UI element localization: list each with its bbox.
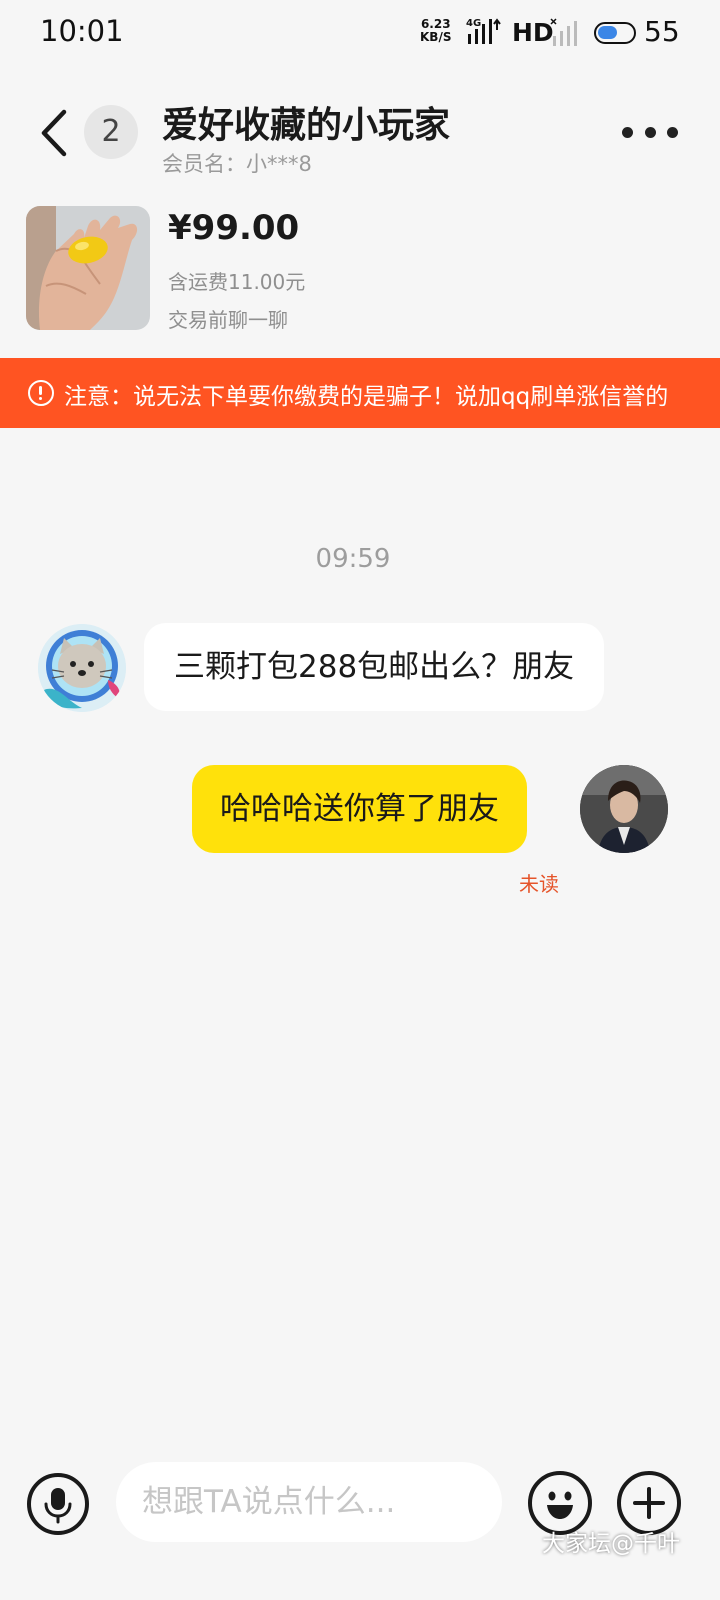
message-timestamp: 09:59 <box>315 544 391 574</box>
shipping-fee: 含运费11.00元 <box>168 270 306 294</box>
more-options-button[interactable] <box>622 122 678 142</box>
product-thumbnail[interactable] <box>26 206 150 330</box>
buyer-avatar[interactable] <box>38 624 126 712</box>
scam-warning-banner: 注意：说无法下单要你缴费的是骗子！说加qq刷单涨信誉的 <box>0 358 720 428</box>
signal-icon <box>550 18 577 46</box>
battery-level: 55 <box>644 15 680 48</box>
unread-count-badge[interactable]: 2 <box>84 105 138 159</box>
network-speed: 6.23 KB/S <box>420 18 451 44</box>
network-speed-unit: KB/S <box>420 30 452 44</box>
outgoing-message[interactable]: 哈哈哈送你算了朋友 <box>192 765 527 853</box>
signal-4g-icon: 4G <box>466 18 501 44</box>
more-dot <box>644 126 656 138</box>
member-name: 会员名：小***8 <box>162 152 312 176</box>
status-bar: 10:01 6.23 KB/S 4G HD 55 <box>0 0 720 68</box>
watermark: 大家坛@千叶 <box>542 1531 680 1557</box>
message-input[interactable] <box>116 1462 502 1542</box>
more-dot <box>667 126 678 138</box>
status-time: 10:01 <box>40 14 124 48</box>
chat-title: 爱好收藏的小玩家 <box>162 105 451 146</box>
chat-hint: 交易前聊一聊 <box>168 308 288 332</box>
read-status: 未读 <box>519 872 559 896</box>
alert-icon <box>28 380 54 406</box>
hd-indicator: HD <box>512 18 554 47</box>
user-avatar[interactable] <box>580 765 668 853</box>
battery-fill <box>598 26 617 39</box>
microphone-icon[interactable] <box>27 1473 89 1535</box>
incoming-message[interactable]: 三颗打包288包邮出么？朋友 <box>144 623 605 711</box>
warning-text: 注意：说无法下单要你缴费的是骗子！说加qq刷单涨信誉的 <box>64 384 669 410</box>
battery-icon <box>594 22 636 44</box>
product-price: ¥99.00 <box>168 208 300 248</box>
back-button[interactable] <box>36 108 72 158</box>
more-dot <box>622 126 633 138</box>
network-type-label: 4G <box>466 18 481 29</box>
